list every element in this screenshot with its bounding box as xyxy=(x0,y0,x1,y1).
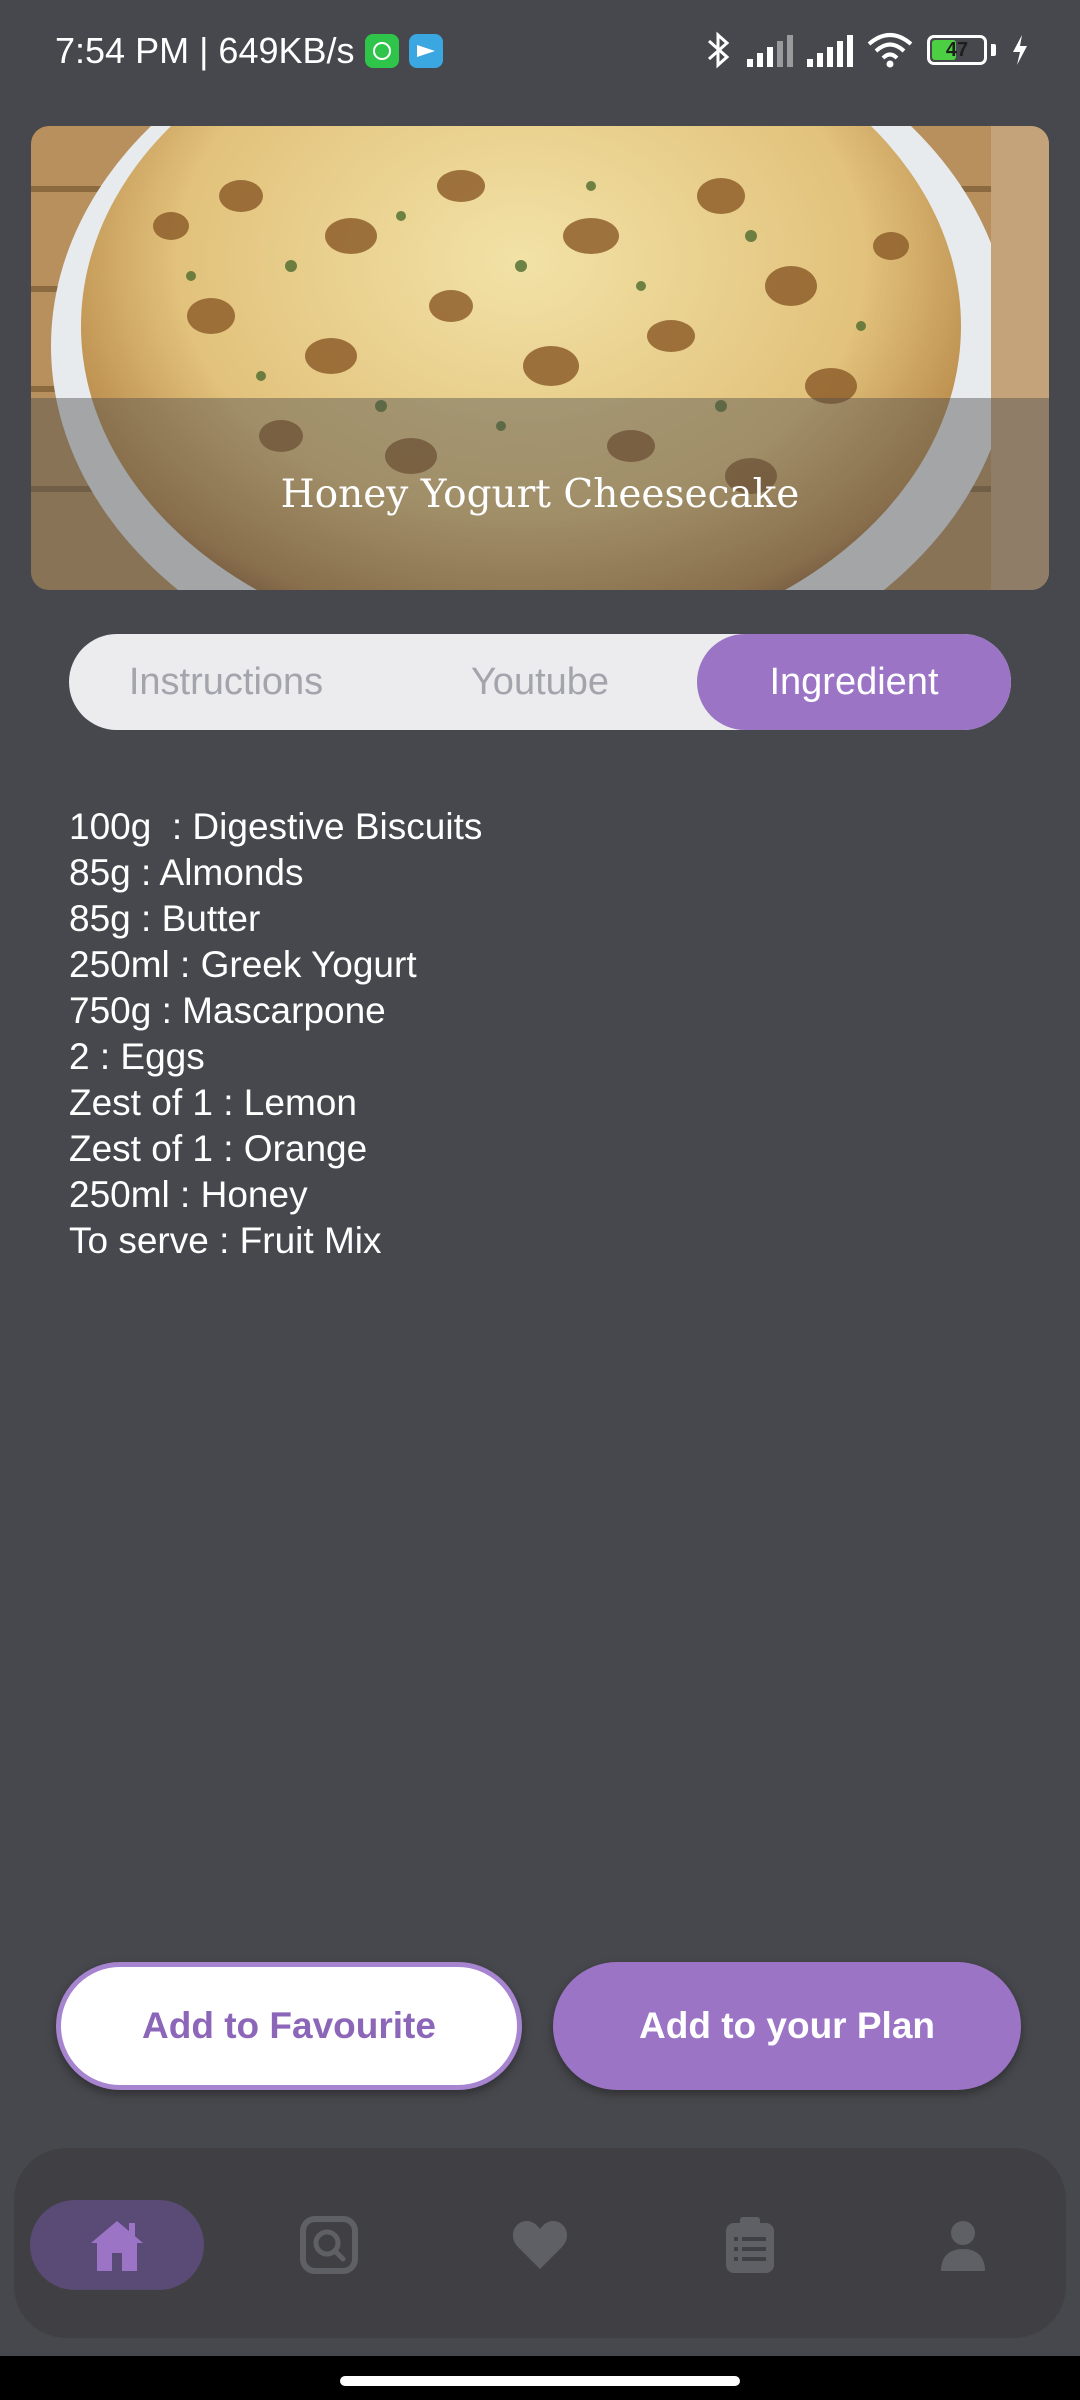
charging-icon xyxy=(1013,35,1027,65)
profile-icon xyxy=(941,2221,985,2271)
signal-icon xyxy=(747,33,793,67)
heart-icon xyxy=(512,2221,568,2269)
nav-home[interactable] xyxy=(30,2200,204,2290)
ingredient-item: 85g : Almonds xyxy=(69,852,304,893)
home-icon xyxy=(91,2221,143,2271)
gesture-bar xyxy=(0,2356,1080,2400)
status-right: 47 xyxy=(705,30,1030,70)
clipboard-list-icon xyxy=(726,2217,774,2273)
ingredient-item: 250ml : Greek Yogurt xyxy=(69,944,417,985)
ingredient-item: Zest of 1 : Orange xyxy=(69,1128,368,1169)
ingredient-item: 2 : Eggs xyxy=(69,1036,205,1077)
status-bar: 7:54 PM | 649KB/s 47 xyxy=(0,0,1080,110)
battery-level: 47 xyxy=(945,39,969,61)
nav-favourites[interactable] xyxy=(453,2200,627,2290)
telegram-icon xyxy=(408,34,443,68)
search-icon xyxy=(300,2216,358,2274)
ingredient-item: To serve : Fruit Mix xyxy=(69,1220,382,1261)
bluetooth-icon xyxy=(708,31,730,69)
signal-icon xyxy=(807,33,853,67)
gesture-handle[interactable] xyxy=(340,2376,740,2386)
tab-youtube[interactable]: Youtube xyxy=(383,634,697,730)
ingredient-list: 100g : Digestive Biscuits 85g : Almonds … xyxy=(69,804,482,1264)
battery-tip xyxy=(991,44,996,56)
status-left: 7:54 PM | 649KB/s xyxy=(55,30,443,72)
wifi-icon xyxy=(867,33,913,68)
ingredient-item: 250ml : Honey xyxy=(69,1174,308,1215)
add-to-plan-button[interactable]: Add to your Plan xyxy=(553,1962,1021,2090)
ingredient-item: Zest of 1 : Lemon xyxy=(69,1082,357,1123)
status-time-speed: 7:54 PM | 649KB/s xyxy=(55,30,355,71)
recipe-title: Honey Yogurt Cheesecake xyxy=(280,472,800,517)
tab-ingredient[interactable]: Ingredient xyxy=(697,634,1011,730)
recipe-hero: Honey Yogurt Cheesecake xyxy=(31,126,1049,590)
battery-icon: 47 xyxy=(927,35,987,65)
ingredient-item: 85g : Butter xyxy=(69,898,261,939)
ingredient-item: 750g : Mascarpone xyxy=(69,990,386,1031)
recipe-tabs: Instructions Youtube Ingredient xyxy=(69,634,1011,730)
tab-instructions[interactable]: Instructions xyxy=(69,634,383,730)
bottom-nav xyxy=(14,2148,1066,2338)
nav-search[interactable] xyxy=(242,2200,416,2290)
add-to-favourite-button[interactable]: Add to Favourite xyxy=(56,1962,522,2090)
nav-plan[interactable] xyxy=(663,2200,837,2290)
nav-profile[interactable] xyxy=(876,2200,1050,2290)
whatsapp-icon xyxy=(364,34,399,68)
ingredient-item: 100g : Digestive Biscuits xyxy=(69,806,483,847)
